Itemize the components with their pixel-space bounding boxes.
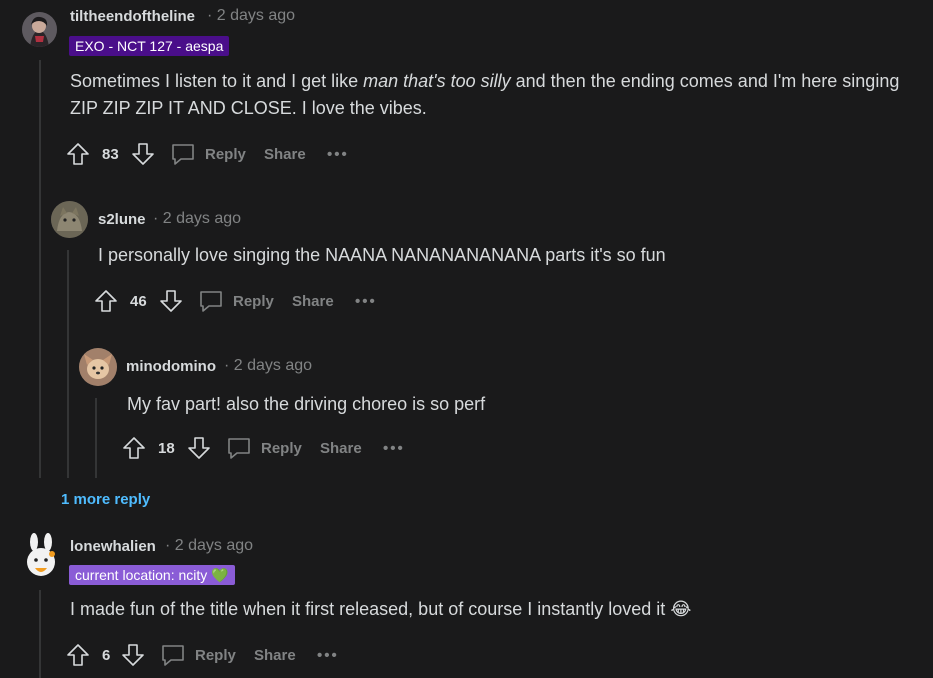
username[interactable]: tiltheendoftheline [70, 8, 195, 25]
username[interactable]: minodomino [126, 358, 216, 375]
comment-actions: 83 Reply Share ••• [66, 139, 366, 169]
timestamp[interactable]: · 2 days ago [153, 210, 241, 228]
reply-label: Reply [205, 145, 246, 163]
avatar-image-icon [22, 12, 57, 47]
more-options-button[interactable]: ••• [355, 286, 377, 316]
timestamp[interactable]: · 2 days ago [207, 7, 295, 25]
share-button[interactable]: Share [320, 433, 362, 463]
username[interactable]: lonewhalien [70, 538, 156, 555]
downvote-icon[interactable] [121, 640, 145, 670]
downvote-icon[interactable] [159, 286, 183, 316]
thread-line-root[interactable] [39, 60, 41, 478]
comment-body: I personally love singing the NAANA NANA… [98, 245, 666, 265]
upvote-icon[interactable] [66, 640, 90, 670]
more-options-button[interactable]: ••• [317, 640, 339, 670]
user-flair: current location: ncity 💚 [69, 565, 235, 585]
reply-label: Reply [233, 292, 274, 310]
share-button[interactable]: Share [292, 286, 334, 316]
reply-label: Reply [195, 646, 236, 664]
avatar-cat-icon [51, 201, 88, 238]
downvote-icon[interactable] [131, 139, 155, 169]
comment-body-text: Sometimes I listen to it and I get like [70, 71, 364, 91]
reply-button[interactable]: Reply [198, 286, 274, 316]
avatar[interactable] [51, 201, 88, 238]
laughing-emoji-icon: 😂 [670, 599, 692, 619]
comment-actions: 18 Reply Share ••• [122, 433, 422, 463]
avatar-bunny-icon [27, 533, 55, 576]
more-options-button[interactable]: ••• [327, 139, 349, 169]
avatar[interactable] [22, 532, 60, 578]
thread-line-minodomino[interactable] [95, 398, 97, 478]
comment-icon [200, 291, 222, 312]
upvote-icon[interactable] [122, 433, 146, 463]
avatar[interactable] [79, 348, 117, 386]
green-heart-icon: 💚 [211, 567, 229, 583]
share-button[interactable]: Share [254, 640, 296, 670]
share-button[interactable]: Share [264, 139, 306, 169]
reply-label: Reply [261, 439, 302, 457]
reply-button[interactable]: Reply [170, 139, 246, 169]
upvote-icon[interactable] [66, 139, 90, 169]
avatar[interactable] [22, 12, 57, 47]
comment-body-text: I made fun of the title when it first re… [70, 599, 666, 619]
vote-count: 6 [102, 646, 111, 664]
user-flair: EXO - NCT 127 - aespa [69, 36, 230, 56]
comment-body: Sometimes I listen to it and I get like … [70, 68, 930, 122]
thread-line-lonewhalien[interactable] [39, 590, 41, 678]
timestamp[interactable]: · 2 days ago [165, 537, 253, 555]
comment-icon [228, 438, 250, 459]
reply-button[interactable]: Reply [160, 640, 236, 670]
user-flair-text: current location: ncity [75, 567, 208, 583]
vote-count: 18 [158, 439, 175, 457]
comment-body: My fav part! also the driving choreo is … [127, 394, 486, 414]
comment-icon [162, 645, 184, 666]
more-options-button[interactable]: ••• [383, 433, 405, 463]
upvote-icon[interactable] [94, 286, 118, 316]
timestamp[interactable]: · 2 days ago [224, 357, 312, 375]
more-replies-link[interactable]: 1 more reply [61, 491, 150, 508]
comment-actions: 6 Reply Share ••• [66, 640, 366, 670]
comment-body: I made fun of the title when it first re… [70, 596, 930, 623]
vote-count: 46 [130, 292, 147, 310]
username[interactable]: s2lune [98, 211, 146, 228]
comment-body-italic: man that's too silly [363, 71, 511, 91]
comment-icon [172, 144, 194, 165]
vote-count: 83 [102, 145, 119, 163]
comment-actions: 46 Reply Share ••• [94, 286, 394, 316]
avatar-dog-icon [79, 348, 117, 386]
downvote-icon[interactable] [187, 433, 211, 463]
reply-button[interactable]: Reply [226, 433, 302, 463]
thread-line-s2lune[interactable] [67, 250, 69, 478]
